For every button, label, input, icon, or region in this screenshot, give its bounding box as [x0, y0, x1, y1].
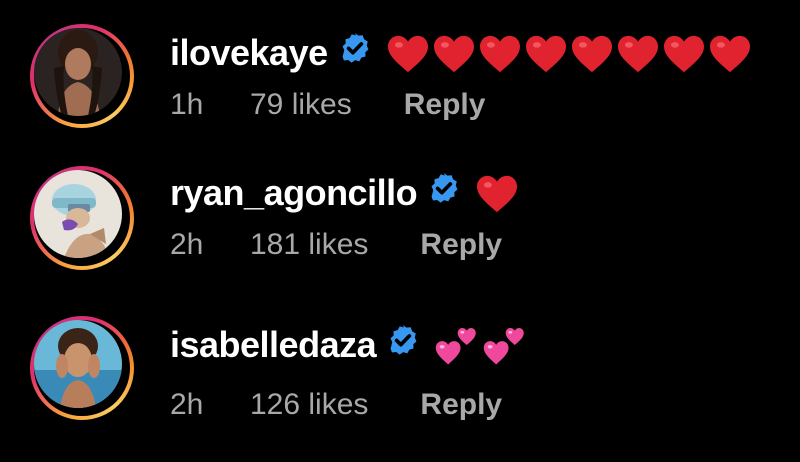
red-heart-icon	[525, 36, 566, 73]
comment-text-emoji	[434, 322, 530, 367]
red-heart-icon	[433, 36, 474, 73]
comment-text-emoji	[386, 31, 754, 74]
comment-header: ryan_agoncillo	[170, 172, 521, 217]
comment-timestamp: 1h	[170, 88, 204, 121]
comment-item: isabelledaza 2h 126 likes Reply	[0, 316, 800, 436]
red-heart-icon	[617, 36, 658, 73]
comment-meta: 1h 79 likes Reply	[170, 88, 485, 122]
red-heart-icon	[387, 36, 428, 73]
comment-text-emoji	[475, 171, 521, 214]
red-heart-icon	[479, 36, 520, 73]
avatar-story-ring[interactable]	[30, 316, 134, 420]
two-hearts-icon	[435, 328, 476, 365]
red-heart-icon	[477, 176, 518, 213]
comment-header: isabelledaza	[170, 324, 530, 370]
avatar[interactable]	[34, 170, 122, 258]
likes-count[interactable]: 79 likes	[250, 88, 352, 122]
comments-list: ilovekaye 1h 79 likes Reply ryan_agoncil…	[0, 0, 800, 462]
comment-item: ilovekaye 1h 79 likes Reply	[0, 10, 800, 130]
reply-button[interactable]: Reply	[404, 88, 486, 122]
avatar[interactable]	[34, 28, 122, 116]
two-hearts-icon	[483, 328, 524, 365]
verified-badge-icon	[427, 171, 461, 214]
username-link[interactable]: isabelledaza	[170, 324, 377, 365]
username-link[interactable]: ilovekaye	[170, 32, 328, 73]
comment-meta: 2h 181 likes Reply	[170, 228, 502, 262]
likes-count[interactable]: 126 likes	[250, 388, 368, 422]
verified-badge-icon	[386, 323, 420, 366]
red-heart-icon	[709, 36, 750, 73]
likes-count[interactable]: 181 likes	[250, 228, 368, 262]
comment-header: ilovekaye	[170, 32, 754, 77]
red-heart-icon	[663, 36, 704, 73]
avatar-story-ring[interactable]	[30, 166, 134, 270]
verified-badge-icon	[338, 31, 372, 74]
red-heart-icon	[571, 36, 612, 73]
username-link[interactable]: ryan_agoncillo	[170, 172, 418, 213]
reply-button[interactable]: Reply	[420, 388, 502, 422]
avatar[interactable]	[34, 320, 122, 408]
comment-timestamp: 2h	[170, 228, 204, 261]
avatar-story-ring[interactable]	[30, 24, 134, 128]
reply-button[interactable]: Reply	[420, 228, 502, 262]
comment-item: ryan_agoncillo 2h 181 likes Reply	[0, 150, 800, 270]
comment-timestamp: 2h	[170, 388, 204, 421]
comment-meta: 2h 126 likes Reply	[170, 388, 502, 422]
